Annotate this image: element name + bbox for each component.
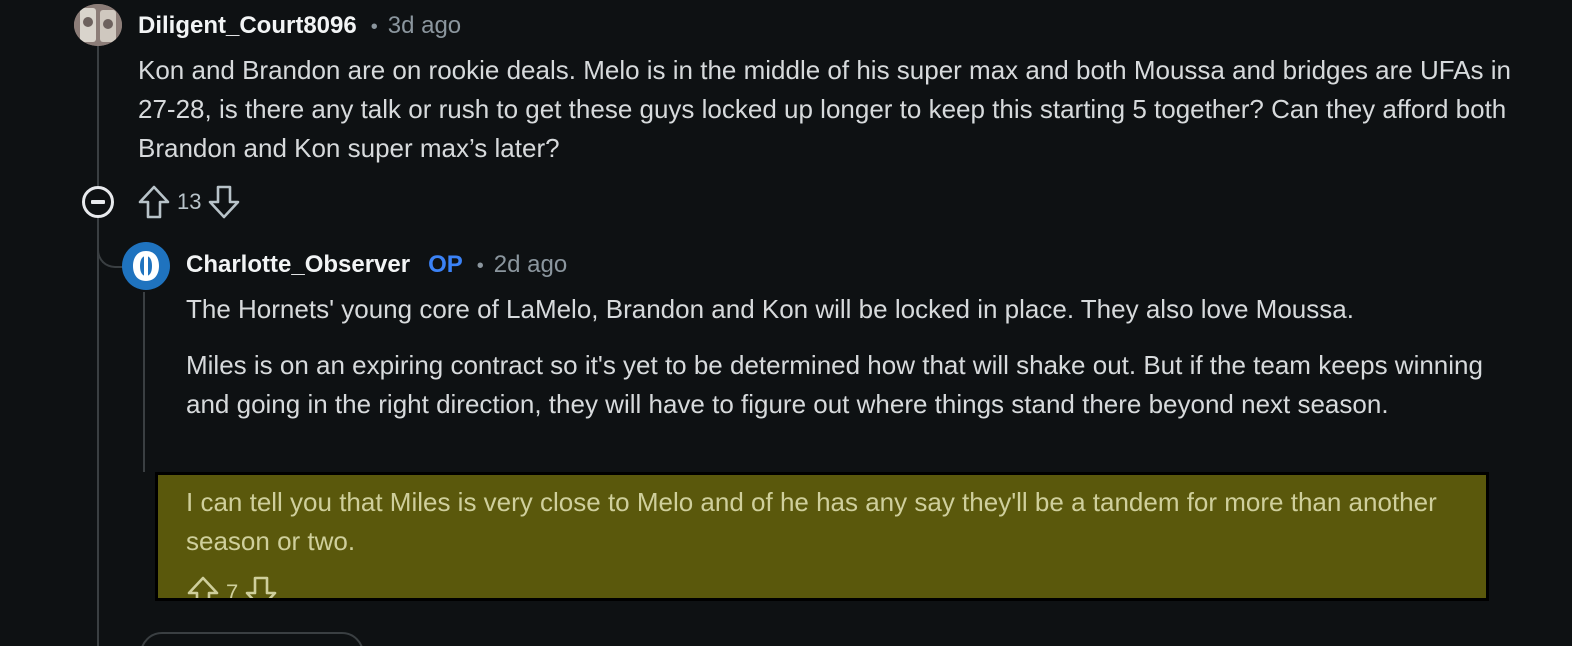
meta-separator: •: [370, 16, 378, 38]
thread-line[interactable]: [97, 46, 99, 646]
downvote-icon[interactable]: [207, 184, 241, 220]
username[interactable]: Charlotte_Observer: [186, 251, 410, 279]
vote-bar: 7: [186, 575, 278, 601]
username[interactable]: Diligent_Court8096: [138, 12, 357, 40]
downvote-icon[interactable]: [244, 575, 278, 598]
comment-meta: Diligent_Court8096 • 3d ago: [138, 12, 461, 40]
comment-body: Kon and Brandon are on rookie deals. Mel…: [138, 55, 1512, 163]
comment-paragraph: Miles is on an expiring contract so it's…: [186, 350, 1483, 419]
highlighted-selection: I can tell you that Miles is very close …: [155, 472, 1489, 601]
vote-score: 13: [177, 189, 202, 214]
comment-paragraph: The Hornets' young core of LaMelo, Brand…: [186, 294, 1354, 324]
vote-bar: 13: [137, 184, 241, 220]
avatar[interactable]: [122, 242, 170, 290]
comment-meta: Charlotte_Observer OP • 2d ago: [186, 251, 567, 279]
reply-thread-line[interactable]: [143, 292, 145, 472]
op-badge: OP: [428, 251, 463, 278]
comment-paragraph: I can tell you that Miles is very close …: [186, 487, 1437, 556]
timestamp[interactable]: 3d ago: [388, 12, 461, 40]
upvote-icon[interactable]: [137, 184, 171, 220]
avatar[interactable]: [74, 4, 122, 46]
vote-score: 7: [226, 580, 239, 601]
upvote-icon[interactable]: [186, 575, 220, 598]
more-replies-button[interactable]: [140, 632, 364, 646]
timestamp[interactable]: 2d ago: [494, 251, 567, 279]
collapse-icon[interactable]: [82, 186, 114, 218]
meta-separator: •: [476, 255, 484, 277]
comment-thread: Diligent_Court8096 • 3d ago Kon and Bran…: [0, 0, 1572, 646]
